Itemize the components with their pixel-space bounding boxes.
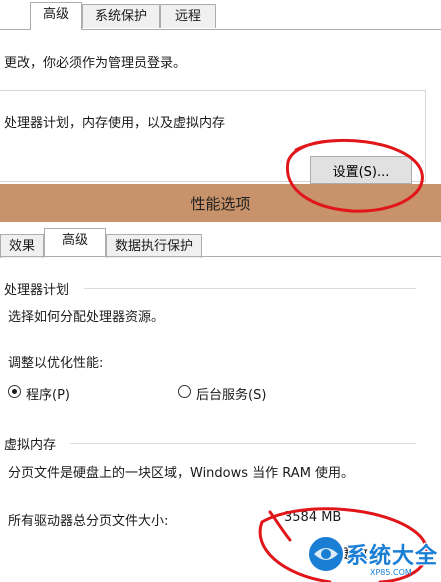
window-title: 性能选项 bbox=[190, 195, 251, 213]
virtual-memory-group-divider bbox=[70, 443, 416, 444]
performance-options-tabs: 效果 高级 数据执行保护 bbox=[0, 226, 441, 258]
site-watermark-logo: 系统大全 XP85.COM bbox=[304, 526, 441, 582]
virtual-memory-label: 虚拟内存 bbox=[4, 438, 57, 453]
radio-background-services-option[interactable]: 后台服务(S) bbox=[178, 384, 308, 403]
watermark-title: 系统大全 bbox=[346, 544, 439, 569]
tab-remote[interactable]: 远程 bbox=[160, 4, 216, 28]
performance-options-title-bar[interactable]: 性能选项 bbox=[0, 184, 441, 222]
processor-scheduling-label: 处理器计划 bbox=[4, 283, 70, 298]
tab-po-advanced[interactable]: 高级 bbox=[44, 228, 106, 256]
radio-selected-dot bbox=[12, 389, 17, 394]
radio-background-services[interactable] bbox=[178, 385, 191, 398]
radio-programs-label: 程序(P) bbox=[26, 388, 70, 403]
tab-system-protection[interactable]: 系统保护 bbox=[82, 4, 160, 28]
processor-group-divider bbox=[84, 288, 416, 289]
processor-description: 选择如何分配处理器资源。 bbox=[8, 310, 165, 325]
paging-file-total-value: 3584 MB bbox=[284, 510, 342, 525]
paging-file-total-label: 所有驱动器总分页文件大小: bbox=[8, 514, 169, 529]
performance-settings-button[interactable]: 设置(S)... bbox=[310, 156, 412, 184]
watermark-subtitle: XP85.COM bbox=[370, 568, 412, 577]
watermark-globe-icon bbox=[307, 535, 345, 573]
admin-notice: 更改，你必须作为管理员登录。 bbox=[4, 56, 187, 71]
performance-description: 处理器计划，内存使用，以及虚拟内存 bbox=[4, 116, 226, 131]
adjust-for-label: 调整以优化性能: bbox=[8, 356, 104, 371]
radio-programs[interactable] bbox=[8, 385, 21, 398]
radio-background-services-label: 后台服务(S) bbox=[196, 388, 267, 403]
virtual-memory-description: 分页文件是硬盘上的一块区域，Windows 当作 RAM 使用。 bbox=[8, 466, 355, 481]
tab-advanced[interactable]: 高级 bbox=[30, 2, 82, 30]
system-properties-tabs: 高级 系统保护 远程 bbox=[0, 0, 441, 30]
tab-visual-effects[interactable]: 效果 bbox=[0, 234, 44, 258]
radio-programs-option[interactable]: 程序(P) bbox=[8, 384, 128, 403]
po-tab-strip-border bbox=[0, 256, 441, 257]
tab-data-execution-prevention[interactable]: 数据执行保护 bbox=[106, 234, 202, 258]
